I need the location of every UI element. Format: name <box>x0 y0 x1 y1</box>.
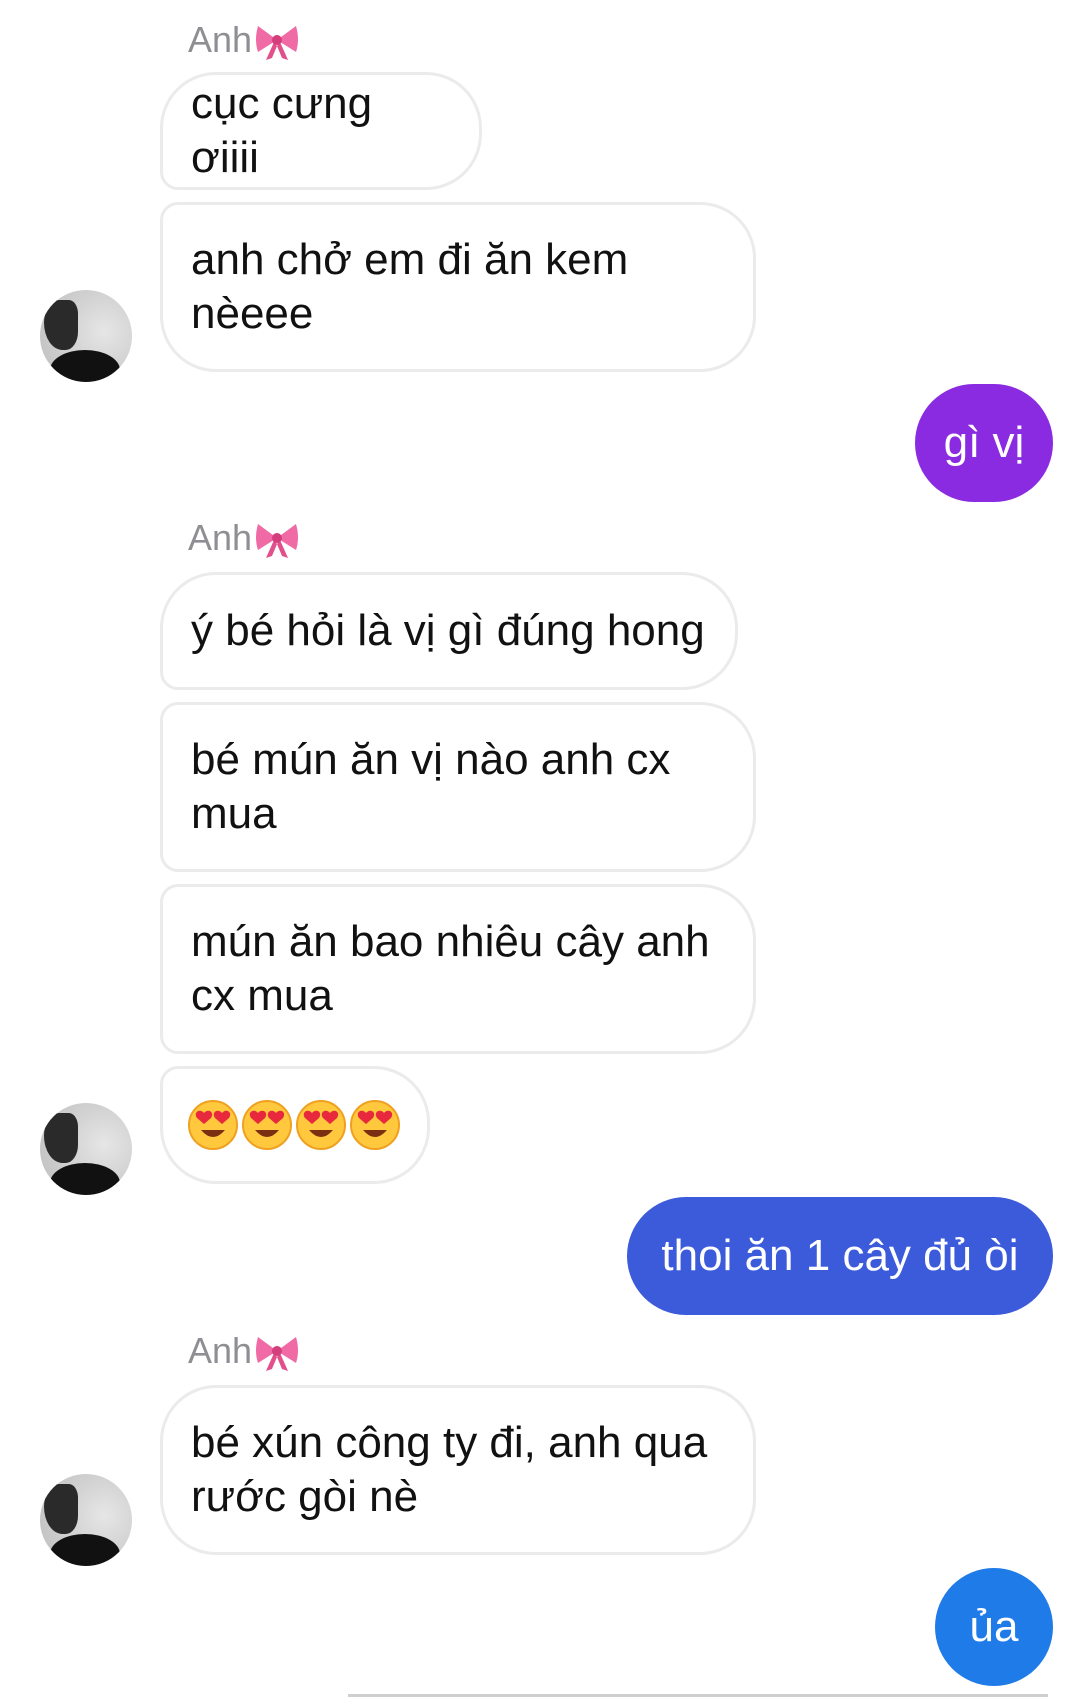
sender-name-text: Anh <box>188 1330 253 1371</box>
sender-name-text: Anh <box>188 19 253 60</box>
incoming-message[interactable]: bé xún công ty đi, anh qua rước gòi nè <box>160 1385 756 1555</box>
message-text: cục cưng ơiiii <box>191 79 373 182</box>
incoming-message[interactable] <box>160 1066 430 1184</box>
outgoing-message[interactable]: gì vị <box>915 384 1053 502</box>
message-text: anh chở em đi ăn kem nèeee <box>191 235 629 338</box>
pink-bow-icon <box>256 1337 299 1371</box>
avatar[interactable] <box>40 1103 132 1195</box>
incoming-message[interactable]: anh chở em đi ăn kem nèeee <box>160 202 756 372</box>
message-text: thoi ăn 1 cây đủ òi <box>661 1231 1019 1280</box>
message-text: gì vị <box>943 418 1025 467</box>
outgoing-message[interactable]: thoi ăn 1 cây đủ òi <box>627 1197 1053 1315</box>
heart-eyes-emoji <box>188 1100 238 1150</box>
sender-name: Anh <box>188 18 300 62</box>
emoji-row <box>187 1099 403 1151</box>
avatar[interactable] <box>40 290 132 382</box>
heart-eyes-emoji <box>296 1100 346 1150</box>
sender-name: Anh <box>188 1329 300 1373</box>
incoming-message[interactable]: bé mún ăn vị nào anh cx mua <box>160 702 756 872</box>
message-text: bé xún công ty đi, anh qua rước gòi nè <box>191 1418 708 1521</box>
pink-bow-icon <box>256 524 299 558</box>
heart-eyes-emoji <box>350 1100 400 1150</box>
incoming-message[interactable]: ý bé hỏi là vị gì đúng hong <box>160 572 738 690</box>
incoming-message[interactable]: cục cưng ơiiii <box>160 72 482 190</box>
sender-name: Anh <box>188 516 300 560</box>
outgoing-message[interactable]: ủa <box>935 1568 1053 1686</box>
sender-name-text: Anh <box>188 517 253 558</box>
pink-bow-icon <box>256 26 299 60</box>
message-text: ủa <box>969 1602 1019 1651</box>
message-text: mún ăn bao nhiêu cây anh cx mua <box>191 917 710 1020</box>
incoming-message[interactable]: mún ăn bao nhiêu cây anh cx mua <box>160 884 756 1054</box>
message-text: bé mún ăn vị nào anh cx mua <box>191 735 671 838</box>
heart-eyes-emoji <box>242 1100 292 1150</box>
avatar[interactable] <box>40 1474 132 1566</box>
message-text: ý bé hỏi là vị gì đúng hong <box>191 606 705 655</box>
